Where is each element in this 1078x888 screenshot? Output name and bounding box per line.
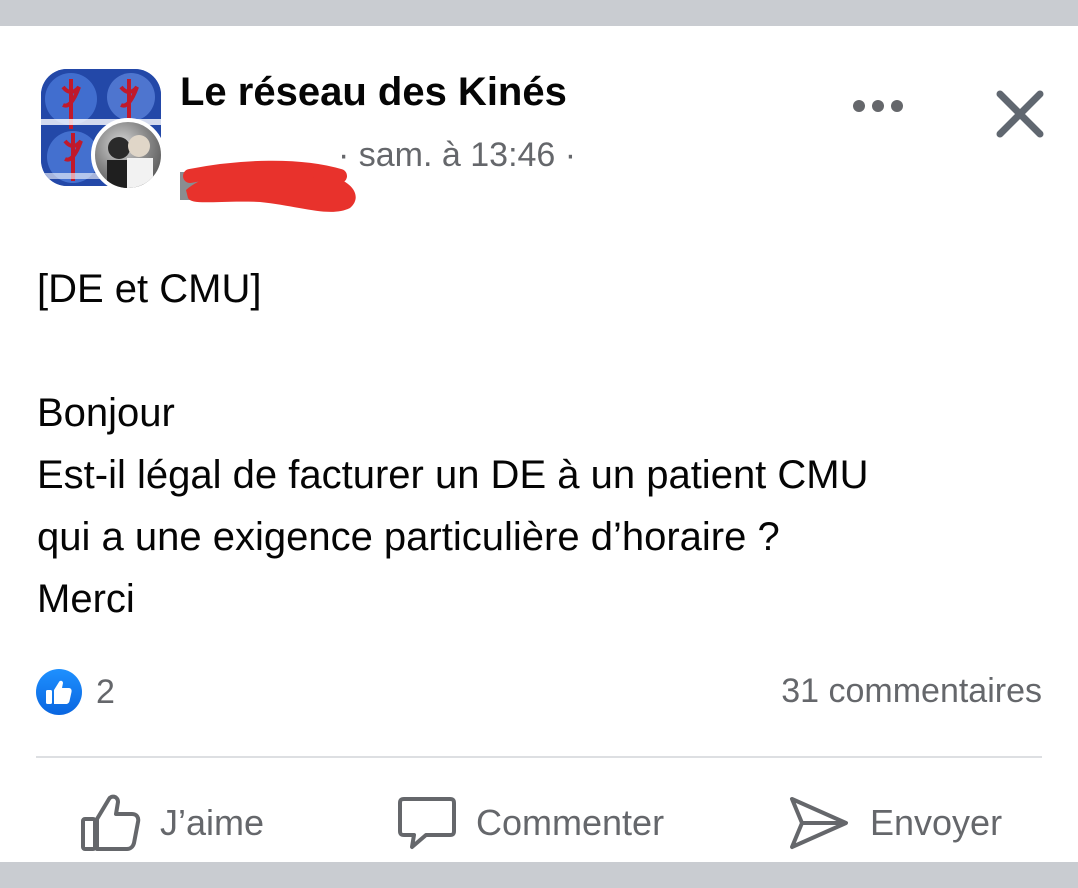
send-button[interactable]: Envoyer bbox=[786, 788, 1002, 858]
post-question-line-2: qui a une exigence particulière d’horair… bbox=[37, 515, 780, 559]
post-body: [DE et CMU] Bonjour Est-il légal de fact… bbox=[37, 258, 1047, 630]
thumbs-up-icon bbox=[36, 669, 82, 715]
like-button[interactable]: J’aime bbox=[80, 788, 264, 858]
close-icon bbox=[996, 90, 1044, 138]
send-label: Envoyer bbox=[870, 802, 1003, 843]
author-avatar[interactable] bbox=[91, 118, 165, 192]
thumbs-up-outline-icon bbox=[81, 794, 141, 851]
author-name-redaction bbox=[180, 160, 356, 212]
send-arrow-icon bbox=[790, 797, 848, 849]
comment-bubble-icon bbox=[398, 797, 456, 849]
post-tag-line: [DE et CMU] bbox=[37, 267, 262, 311]
more-dots-icon bbox=[853, 100, 903, 112]
like-count: 2 bbox=[96, 672, 115, 711]
divider bbox=[36, 756, 1042, 758]
post-greeting: Bonjour bbox=[37, 391, 175, 435]
comment-label: Commenter bbox=[476, 802, 665, 843]
post-question-line-1: Est-il légal de facturer un DE à un pati… bbox=[37, 453, 869, 497]
post-closing: Merci bbox=[37, 577, 135, 621]
comments-count-link[interactable]: 31 commentaires bbox=[781, 672, 1042, 711]
group-name[interactable]: Le réseau des Kinés bbox=[180, 70, 567, 115]
close-button[interactable] bbox=[990, 84, 1050, 144]
post-timestamp[interactable]: · sam. à 13:46 · bbox=[338, 136, 576, 175]
reactions-summary[interactable]: 2 bbox=[36, 669, 115, 715]
like-label: J’aime bbox=[160, 802, 265, 843]
post-card: Le réseau des Kinés · sam. à 13:46 · [DE… bbox=[0, 26, 1078, 862]
more-options-button[interactable] bbox=[846, 86, 910, 126]
comment-button[interactable]: Commenter bbox=[396, 788, 664, 858]
